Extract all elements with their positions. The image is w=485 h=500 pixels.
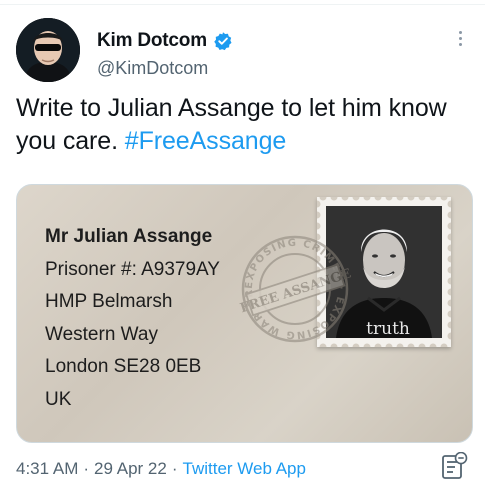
postal-address: Mr Julian Assange Prisoner #: A9379AY HM… xyxy=(45,221,220,416)
verified-badge-icon xyxy=(213,31,233,51)
address-line: Western Way xyxy=(45,323,158,345)
tweet-metadata: 4:31 AM · 29 Apr 22 · Twitter Web App xyxy=(16,459,306,479)
avatar[interactable] xyxy=(16,18,80,82)
address-line: HMP Belmarsh xyxy=(45,291,173,312)
avatar-image xyxy=(16,18,80,82)
tweet-media-image[interactable]: Mr Julian Assange Prisoner #: A9379AY HM… xyxy=(16,184,473,443)
address-line: UK xyxy=(45,388,72,410)
source-app-link[interactable]: Twitter Web App xyxy=(183,459,306,479)
view-analytics-icon[interactable] xyxy=(440,451,468,482)
stamp-perforation xyxy=(317,197,451,347)
address-line: Prisoner #: A9379AY xyxy=(45,258,220,280)
tweet-text: Write to Julian Assange to let him know … xyxy=(16,92,471,158)
author-handle[interactable]: @KimDotcom xyxy=(97,58,208,79)
display-name[interactable]: Kim Dotcom xyxy=(97,30,207,52)
tweet: Kim Dotcom @KimDotcom Write to Julian As… xyxy=(0,0,485,500)
postage-stamp: truth xyxy=(317,197,451,347)
address-line: Mr Julian Assange xyxy=(45,226,213,247)
author-name-row[interactable]: Kim Dotcom xyxy=(97,30,233,52)
separator: · xyxy=(83,459,90,478)
divider xyxy=(0,4,485,5)
tweet-date[interactable]: 29 Apr 22 xyxy=(94,459,167,479)
separator: · xyxy=(171,459,178,478)
tweet-time[interactable]: 4:31 AM xyxy=(16,459,78,479)
hashtag-link[interactable]: #FreeAssange xyxy=(125,127,287,155)
more-options-icon[interactable] xyxy=(451,28,469,54)
address-line: London SE28 0EB xyxy=(45,356,202,377)
